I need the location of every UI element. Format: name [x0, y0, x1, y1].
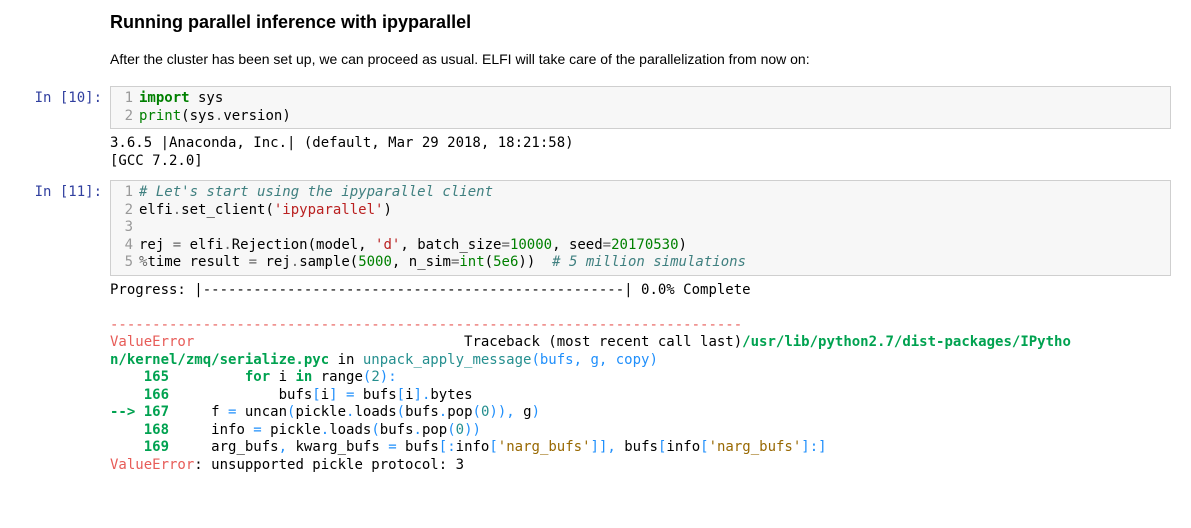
code-text: # Let's start using the ipyparallel clie… [139, 184, 1170, 202]
code-line: 3 [111, 219, 1170, 237]
line-number: 1 [111, 90, 139, 108]
code-text: elfi.set_client('ipyparallel') [139, 202, 1170, 220]
code-input[interactable]: 1# Let's start using the ipyparallel cli… [110, 180, 1171, 276]
markdown-cell: Running parallel inference with ipyparal… [110, 12, 1171, 70]
code-line: 2print(sys.version) [111, 108, 1170, 126]
notebook: Running parallel inference with ipyparal… [0, 0, 1191, 504]
input-prompt: In [10]: [20, 86, 110, 176]
intro-paragraph: After the cluster has been set up, we ca… [110, 49, 1171, 70]
code-text: import sys [139, 90, 1170, 108]
line-number: 2 [111, 202, 139, 220]
line-number: 5 [111, 254, 139, 272]
code-text [139, 219, 1170, 237]
code-cell-10: In [10]: 1import sys2print(sys.version) … [20, 86, 1171, 176]
code-line: 2elfi.set_client('ipyparallel') [111, 202, 1170, 220]
section-heading: Running parallel inference with ipyparal… [110, 12, 1171, 33]
code-line: 5%time result = rej.sample(5000, n_sim=i… [111, 254, 1170, 272]
code-line: 1# Let's start using the ipyparallel cli… [111, 184, 1170, 202]
code-text: %time result = rej.sample(5000, n_sim=in… [139, 254, 1170, 272]
code-input[interactable]: 1import sys2print(sys.version) [110, 86, 1171, 129]
line-number: 2 [111, 108, 139, 126]
code-output: 3.6.5 |Anaconda, Inc.| (default, Mar 29 … [110, 129, 1171, 176]
code-cell-11: In [11]: 1# Let's start using the ipypar… [20, 180, 1171, 480]
code-line: 4rej = elfi.Rejection(model, 'd', batch_… [111, 237, 1170, 255]
line-number: 4 [111, 237, 139, 255]
input-prompt: In [11]: [20, 180, 110, 480]
code-text: print(sys.version) [139, 108, 1170, 126]
line-number: 1 [111, 184, 139, 202]
line-number: 3 [111, 219, 139, 237]
code-line: 1import sys [111, 90, 1170, 108]
code-output: Progress: |-----------------------------… [110, 276, 1171, 481]
code-text: rej = elfi.Rejection(model, 'd', batch_s… [139, 237, 1170, 255]
